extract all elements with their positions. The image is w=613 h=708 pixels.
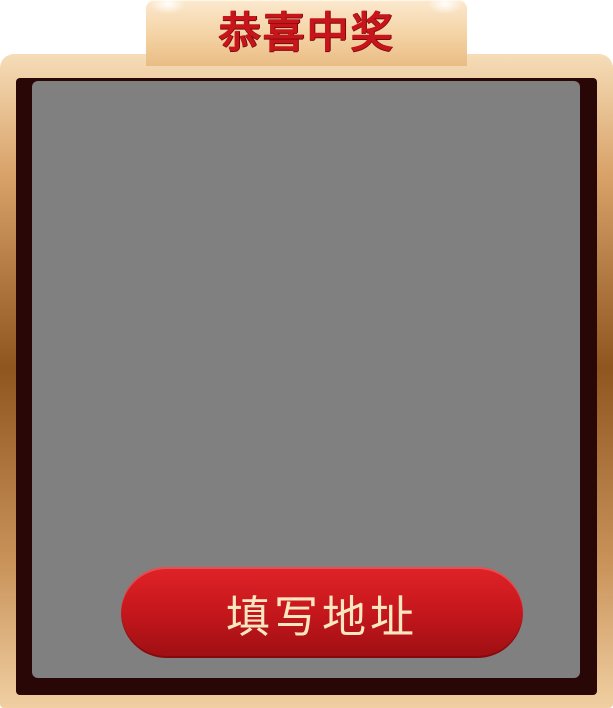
fill-address-label: 填写地址 <box>226 591 418 643</box>
fill-address-button[interactable]: 填写地址 <box>121 567 523 658</box>
dialog-frame: 填写地址 <box>0 54 613 708</box>
frame-inner-border: 填写地址 <box>16 78 597 695</box>
dialog-title: 恭喜中奖 <box>218 8 395 57</box>
prize-content-area: 填写地址 <box>32 81 580 678</box>
prize-dialog: 恭喜中奖 填写地址 <box>0 0 613 708</box>
title-tab: 恭喜中奖 <box>146 0 467 66</box>
